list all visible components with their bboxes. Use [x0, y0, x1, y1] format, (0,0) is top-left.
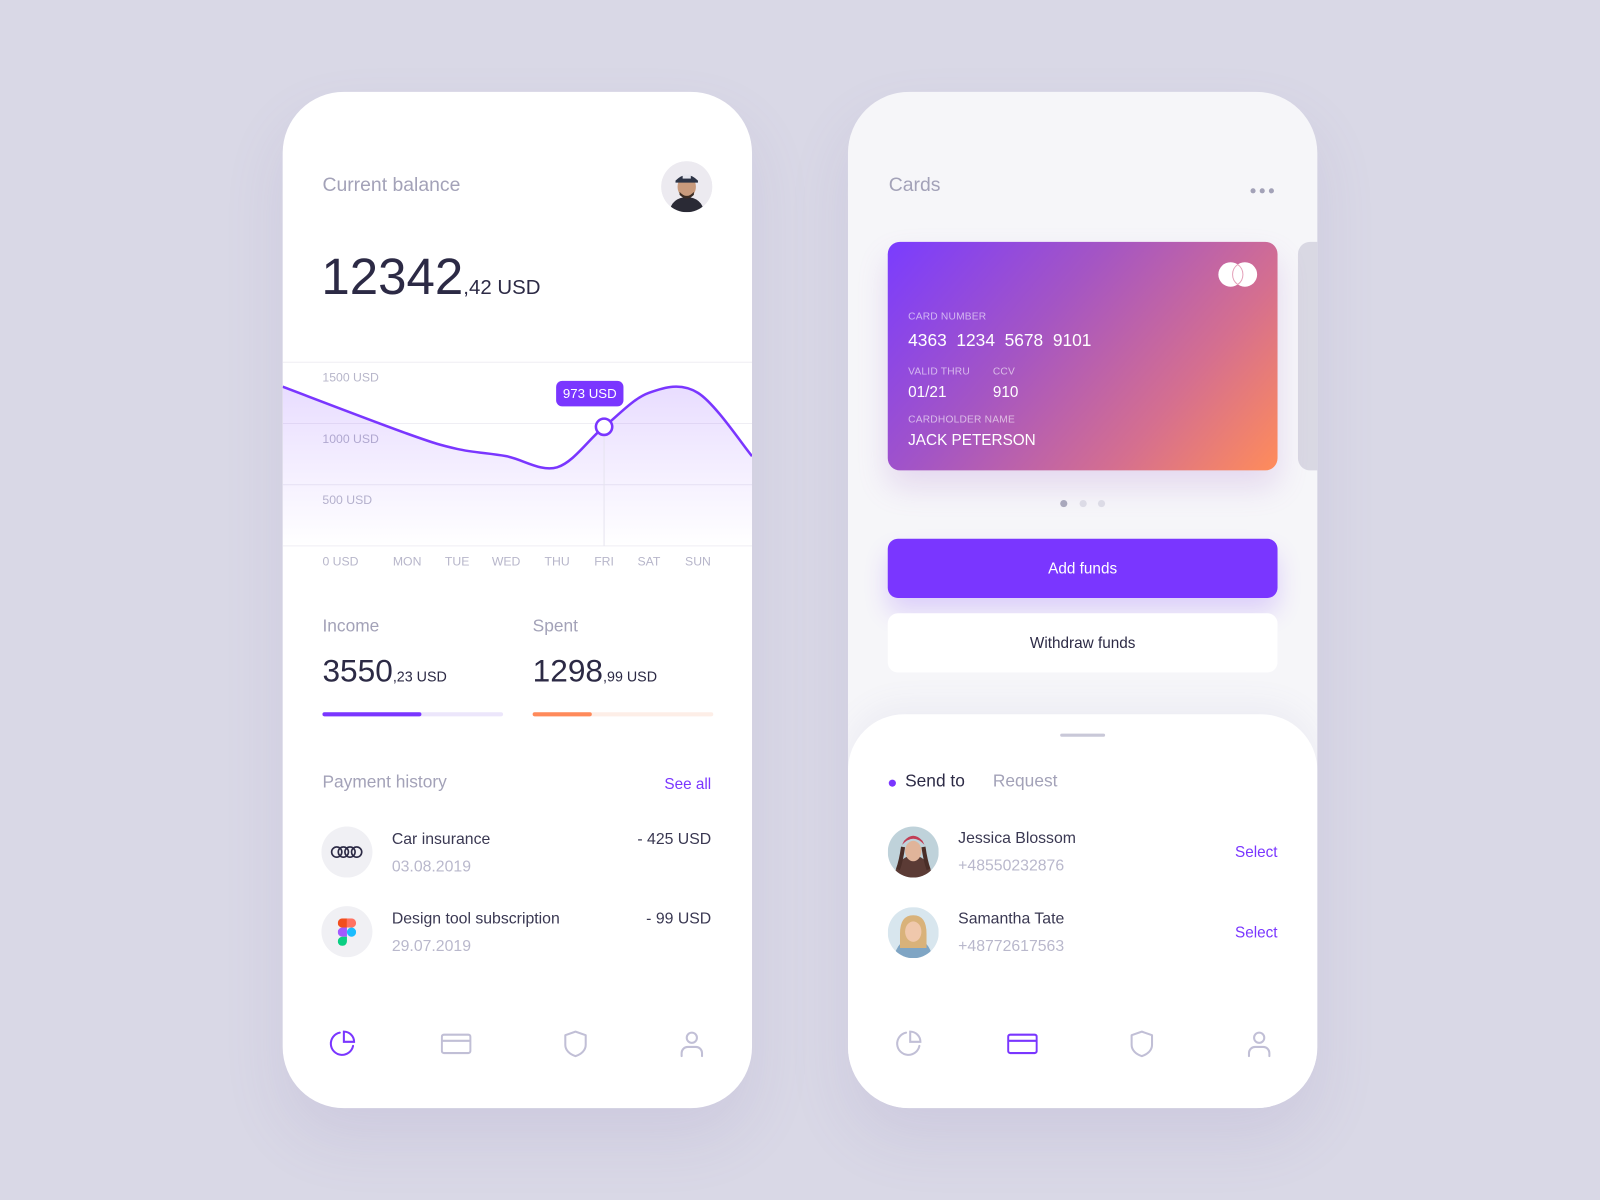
nav-chart-pie-icon[interactable] — [327, 1029, 358, 1060]
select-contact-button[interactable]: Select — [1235, 844, 1278, 861]
contact-name: Jessica Blossom — [958, 829, 1076, 847]
nav-user-icon[interactable] — [1244, 1029, 1275, 1060]
cardholder-name: JACK PETERSON — [908, 431, 1036, 449]
income-integer: 3550 — [322, 653, 393, 689]
ccv-label: CCV — [992, 366, 1016, 378]
contact-name: Samantha Tate — [958, 910, 1065, 928]
x-tick-label: SAT — [637, 554, 661, 569]
contact-phone: +48550232876 — [958, 857, 1065, 875]
nav-shield-icon[interactable] — [1127, 1029, 1158, 1060]
balance-amount: 12342,42 USD — [321, 247, 540, 306]
see-all-link[interactable]: See all — [664, 776, 711, 793]
audi-rings-icon — [321, 826, 373, 878]
cards-title: Cards — [888, 174, 941, 196]
tab-send-to[interactable]: Send to — [905, 771, 965, 791]
user-avatar-icon — [661, 161, 713, 213]
payment-item[interactable]: Design tool subscription 29.07.2019 - 99… — [283, 906, 752, 963]
spent-amount: 1298,99 USD — [533, 653, 657, 690]
contact-avatar — [887, 826, 939, 878]
nav-shield-icon[interactable] — [560, 1029, 591, 1060]
cardholder-label: CARDHOLDER NAME — [908, 414, 1015, 426]
chart-area — [282, 386, 753, 546]
active-tab-dot — [888, 779, 896, 787]
valid-thru-value: 01/21 — [908, 383, 947, 402]
page-dot[interactable] — [1097, 499, 1106, 508]
contact-avatar — [887, 907, 939, 959]
contact-item[interactable]: Jessica Blossom +48550232876 Select — [848, 826, 1317, 878]
x-tick-label: FRI — [594, 554, 614, 569]
select-contact-button[interactable]: Select — [1235, 924, 1278, 941]
payment-history-title: Payment history — [322, 772, 447, 792]
transfer-sheet: Send to Request Jessica Blossom +4855023… — [847, 714, 1318, 1109]
spent-label: Spent — [532, 616, 578, 636]
payment-amount: - 99 USD — [646, 910, 712, 928]
x-tick-label: MON — [392, 554, 422, 569]
payment-title: Design tool subscription — [391, 910, 560, 928]
ccv-value: 910 — [992, 383, 1019, 402]
mastercard-logo-icon — [1218, 262, 1258, 287]
x-axis: 0 USD MON TUE WED THU FRI SAT SUN — [283, 554, 752, 570]
sheet-handle[interactable] — [1060, 733, 1106, 737]
x-tick-label: THU — [544, 554, 570, 569]
next-card-peek[interactable] — [1297, 241, 1318, 471]
contact-phone: +48772617563 — [958, 937, 1065, 956]
income-decimal: ,23 USD — [392, 668, 447, 685]
avatar[interactable] — [661, 161, 713, 213]
credit-card[interactable]: CARD NUMBER 4363 1234 5678 9101 VALID TH… — [887, 241, 1278, 471]
nav-card-icon[interactable] — [1007, 1029, 1038, 1060]
withdraw-funds-button[interactable]: Withdraw funds — [887, 613, 1278, 673]
income-amount: 3550,23 USD — [322, 653, 446, 690]
card-pagination[interactable] — [1060, 499, 1111, 508]
more-horizontal-icon[interactable] — [1249, 182, 1278, 194]
payment-date: 29.07.2019 — [391, 937, 471, 956]
nav-user-icon[interactable] — [677, 1029, 708, 1060]
add-funds-button[interactable]: Add funds — [887, 538, 1278, 598]
payment-amount: - 425 USD — [637, 830, 712, 848]
y-tick-label: 1500 USD — [322, 371, 379, 385]
x-tick-label: WED — [491, 554, 521, 569]
payment-item[interactable]: Car insurance 03.08.2019 - 425 USD — [283, 826, 752, 884]
balance-title: Current balance — [322, 174, 461, 196]
card-number-label: CARD NUMBER — [908, 311, 987, 323]
income-label: Income — [322, 616, 380, 636]
page-dot-active[interactable] — [1060, 499, 1068, 508]
page-dot[interactable] — [1079, 499, 1087, 508]
payment-date: 03.08.2019 — [391, 858, 471, 876]
payment-title: Car insurance — [391, 830, 491, 848]
x-tick-label: TUE — [444, 554, 470, 569]
spent-decimal: ,99 USD — [603, 668, 658, 685]
nav-card-icon[interactable] — [440, 1029, 472, 1060]
tab-request[interactable]: Request — [993, 771, 1058, 791]
figma-icon — [321, 906, 373, 958]
spent-integer: 1298 — [532, 653, 604, 689]
balance-integer: 12342 — [321, 247, 464, 306]
highlight-point[interactable] — [594, 417, 614, 437]
card-number: 4363 1234 5678 9101 — [908, 330, 1092, 350]
income-progress — [322, 712, 504, 717]
balance-decimal: ,42 USD — [463, 276, 541, 299]
dashboard-screen: Current balance 12342,42 USD 1500 USD100… — [282, 91, 753, 1109]
tooltip-label: 973 USD — [563, 386, 617, 401]
contact-item[interactable]: Samantha Tate +48772617563 Select — [848, 907, 1317, 959]
balance-chart[interactable]: 1500 USD1000 USD500 USD973 USD — [282, 352, 753, 587]
spent-progress — [532, 712, 714, 717]
cards-screen: Cards CARD NUMBER 4363 1234 5678 9101 VA… — [847, 91, 1318, 1109]
valid-thru-label: VALID THRU — [908, 366, 970, 378]
x-tick-label: SUN — [685, 554, 711, 569]
y-tick-0: 0 USD — [322, 554, 359, 569]
nav-chart-pie-icon[interactable] — [893, 1029, 924, 1060]
